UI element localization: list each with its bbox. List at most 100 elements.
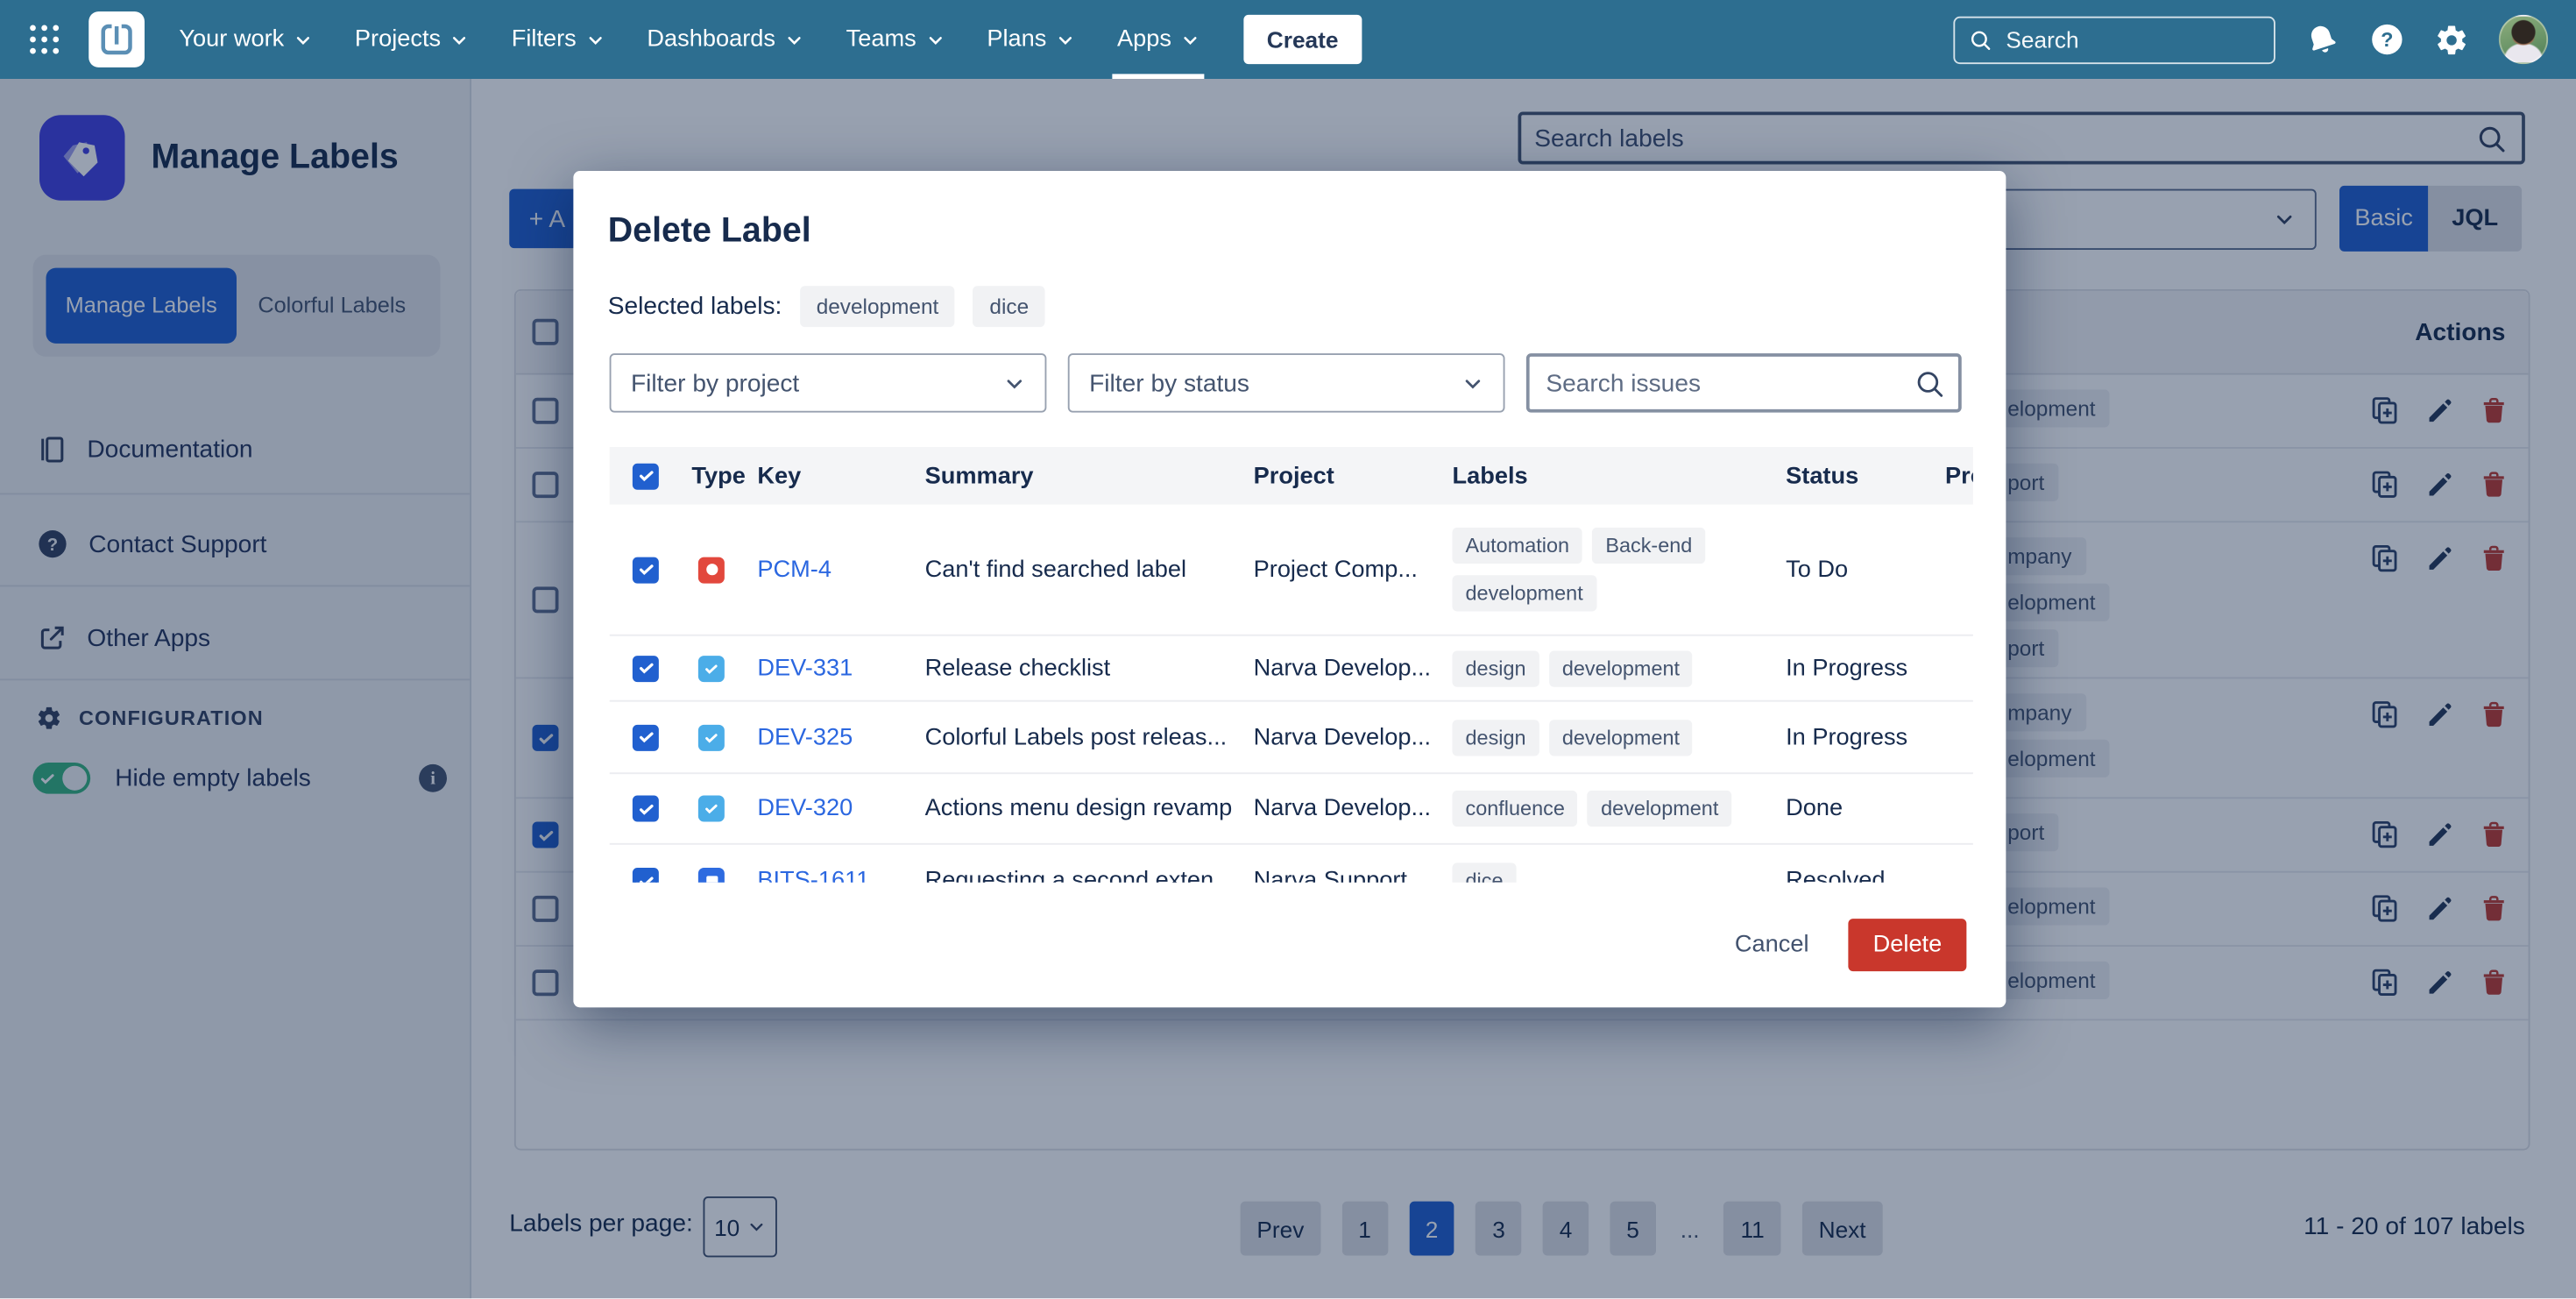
issue-checkbox[interactable] — [633, 655, 659, 681]
issue-summary: Requesting a second exten... — [905, 868, 1234, 883]
issue-summary: Colorful Labels post releas... — [905, 724, 1234, 750]
label-chip: dice — [1453, 862, 1517, 883]
issue-row: DEV-320 Actions menu design revamp Narva… — [610, 774, 1973, 845]
issue-row: DEV-331 Release checklist Narva Develop.… — [610, 636, 1973, 702]
nav-item-your-work[interactable]: Your work — [158, 0, 334, 79]
search-icon — [1968, 27, 1992, 52]
issue-key-link[interactable]: PCM-4 — [757, 557, 832, 583]
nav-item-label: Dashboards — [647, 26, 775, 53]
create-button[interactable]: Create — [1244, 15, 1362, 64]
column-header-project: Project — [1234, 463, 1433, 489]
chevron-down-icon — [926, 31, 945, 49]
label-chip: Back-end — [1592, 528, 1705, 564]
issue-status: To Do — [1766, 557, 1926, 583]
issue-status: Resolved — [1766, 868, 1926, 883]
label-chip: development — [1549, 650, 1693, 686]
nav-search-input[interactable] — [1955, 26, 2274, 53]
nav-logo-icon[interactable] — [88, 11, 145, 67]
modal-filters-row: Filter by project Filter by status — [610, 353, 1962, 413]
chevron-down-icon — [294, 31, 313, 49]
issue-project: Narva Develop... — [1234, 796, 1433, 822]
issue-project: Project Comp... — [1234, 557, 1433, 583]
notifications-icon[interactable] — [2301, 18, 2345, 61]
label-chip: design — [1453, 650, 1539, 686]
nav-right-group: ? — [1953, 15, 2576, 64]
issue-key-link[interactable]: DEV-325 — [757, 724, 853, 750]
filter-by-project-placeholder: Filter by project — [631, 369, 799, 397]
column-header-type: Type — [669, 463, 741, 489]
nav-item-label: Your work — [179, 26, 284, 53]
nav-item-label: Projects — [355, 26, 441, 53]
column-header-summary: Summary — [905, 463, 1234, 489]
issues-table: Type Key Summary Project Labels Status P… — [610, 447, 1973, 883]
issue-key-link[interactable]: BITS-1611 — [757, 868, 869, 883]
select-all-issues-checkbox[interactable] — [633, 463, 659, 489]
app-switcher-icon[interactable] — [23, 18, 66, 61]
help-icon[interactable]: ? — [2369, 21, 2405, 57]
nav-item-apps[interactable]: Apps — [1096, 0, 1221, 79]
settings-icon[interactable] — [2435, 22, 2469, 56]
type-story-icon — [698, 868, 725, 883]
label-chip: development — [1453, 575, 1596, 611]
issue-project: Narva Support... — [1234, 868, 1433, 883]
nav-item-projects[interactable]: Projects — [334, 0, 491, 79]
issue-checkbox[interactable] — [633, 724, 659, 750]
label-chip: design — [1453, 719, 1539, 755]
issue-summary: Release checklist — [905, 655, 1234, 681]
chevron-down-icon — [785, 31, 803, 49]
filter-by-status-select[interactable]: Filter by status — [1068, 353, 1505, 413]
issue-key-link[interactable]: DEV-320 — [757, 796, 853, 822]
nav-item-filters[interactable]: Filters — [490, 0, 626, 79]
issue-key-link[interactable]: DEV-331 — [757, 655, 853, 681]
type-task-icon — [698, 724, 725, 750]
chevron-down-icon — [586, 31, 605, 49]
search-issues-input[interactable] — [1530, 369, 1914, 397]
nav-left-group: Your work Projects Filters Dashboards Te… — [0, 0, 1362, 79]
issue-checkbox[interactable] — [633, 868, 659, 883]
nav-item-label: Apps — [1117, 26, 1171, 53]
selected-label-chip: dice — [973, 286, 1045, 327]
chevron-down-icon — [1057, 31, 1075, 49]
nav-item-dashboards[interactable]: Dashboards — [626, 0, 824, 79]
column-header-labels: Labels — [1433, 463, 1766, 489]
nav-item-label: Plans — [987, 26, 1046, 53]
filter-by-status-placeholder: Filter by status — [1089, 369, 1249, 397]
nav-item-teams[interactable]: Teams — [824, 0, 966, 79]
issue-project: Narva Develop... — [1234, 724, 1433, 750]
user-avatar[interactable] — [2499, 15, 2548, 64]
column-header-status: Status — [1766, 463, 1926, 489]
issue-status: In Progress — [1766, 724, 1926, 750]
chevron-down-icon — [1004, 373, 1025, 394]
screen: Your work Projects Filters Dashboards Te… — [0, 0, 2576, 1299]
nav-search — [1953, 16, 2275, 63]
issue-status: Done — [1766, 796, 1926, 822]
issue-status: In Progress — [1766, 655, 1926, 681]
delete-label-modal: Delete Label Selected labels: developmen… — [573, 171, 2006, 1007]
search-issues-field — [1526, 353, 1962, 413]
clipped-row-container: BITS-1611 Requesting a second exten... N… — [610, 845, 1973, 883]
issue-labels: design development — [1433, 650, 1766, 686]
nav-item-plans[interactable]: Plans — [966, 0, 1096, 79]
label-chip: development — [1549, 719, 1693, 755]
selected-labels-row: Selected labels: development dice — [608, 286, 1045, 327]
issue-labels: confluence development — [1433, 791, 1766, 827]
chevron-down-icon — [1181, 31, 1200, 49]
issue-checkbox[interactable] — [633, 796, 659, 822]
column-header-key: Key — [741, 463, 906, 489]
type-bug-icon — [698, 557, 725, 583]
cancel-button[interactable]: Cancel — [1712, 919, 1832, 971]
modal-title: Delete Label — [608, 212, 811, 252]
filter-by-project-select[interactable]: Filter by project — [610, 353, 1047, 413]
issue-row: BITS-1611 Requesting a second exten... N… — [610, 845, 1973, 883]
nav-item-label: Teams — [846, 26, 916, 53]
issue-summary: Can't find searched label — [905, 557, 1234, 583]
issue-checkbox[interactable] — [633, 557, 659, 583]
issues-table-header: Type Key Summary Project Labels Status P… — [610, 447, 1973, 505]
chevron-down-icon — [1462, 373, 1483, 394]
svg-text:?: ? — [2381, 28, 2393, 51]
selected-labels-label: Selected labels: — [608, 293, 782, 321]
modal-footer: Cancel Delete — [1712, 919, 1967, 971]
delete-button[interactable]: Delete — [1849, 919, 1967, 971]
issue-labels: dice — [1433, 862, 1766, 883]
issue-labels: design development — [1433, 719, 1766, 755]
